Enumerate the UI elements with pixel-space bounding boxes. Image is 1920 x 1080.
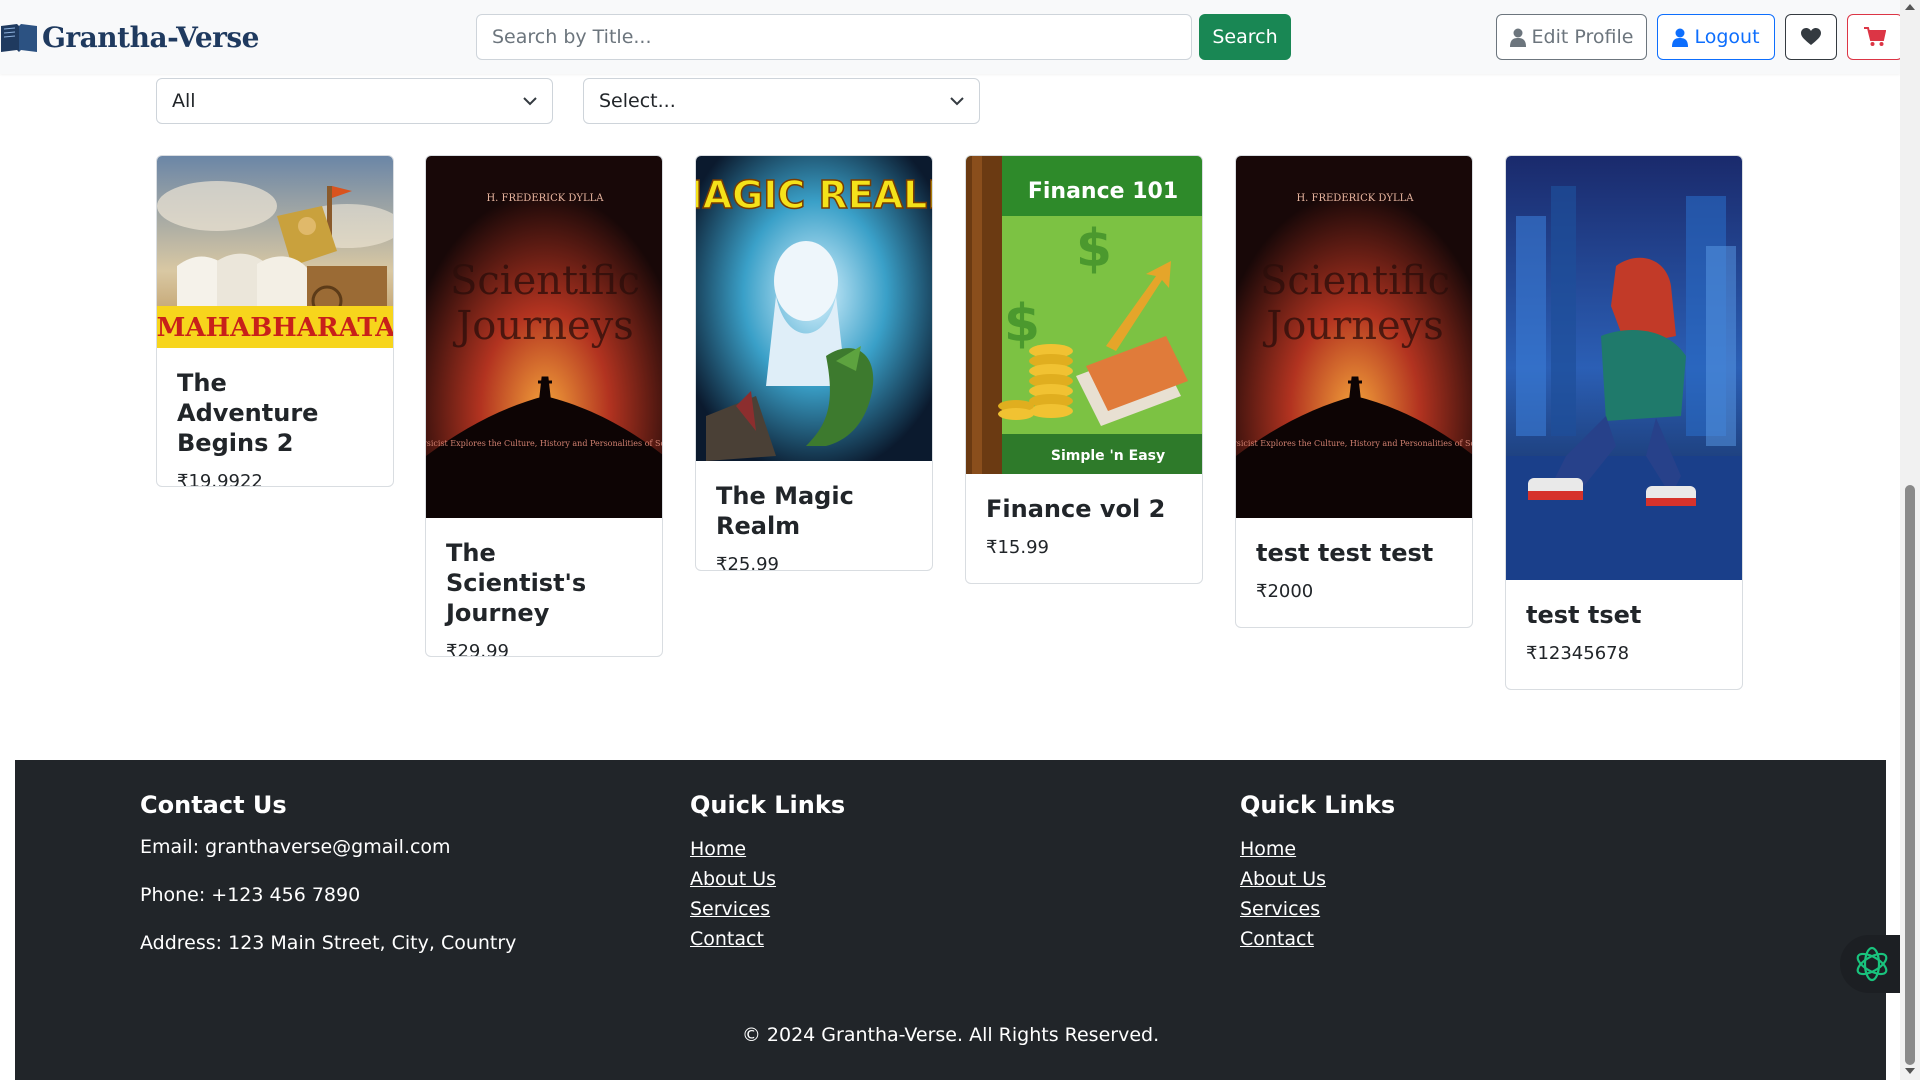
book-card[interactable]: H. FREDERICK DYLLA Scientific Journeys A…: [425, 155, 663, 657]
book-price: ₹12345678: [1526, 643, 1630, 664]
scrollbar-thumb[interactable]: [1905, 485, 1915, 1065]
footer-link-about[interactable]: About Us: [1240, 864, 1395, 894]
cover-text: Finance 101: [1028, 179, 1178, 204]
footer-quick-links-1: Quick Links Home About Us Services Conta…: [690, 790, 845, 954]
edit-profile-label: Edit Profile: [1531, 26, 1634, 48]
chat-assistant-button[interactable]: [1840, 935, 1904, 993]
book-price: ₹19.9922: [177, 471, 263, 487]
book-icon: [1, 24, 37, 52]
svg-text:$: $: [1004, 294, 1040, 354]
wishlist-button[interactable]: [1785, 14, 1837, 60]
user-icon: [1509, 28, 1526, 47]
footer-quick-links-2: Quick Links Home About Us Services Conta…: [1240, 790, 1395, 954]
heart-icon: [1801, 28, 1821, 45]
book-card[interactable]: test tset ₹12345678: [1505, 155, 1743, 690]
footer-link-contact[interactable]: Contact: [690, 924, 845, 954]
book-card[interactable]: MAHABHARATA The Adventure Begins 2 ₹19.9…: [156, 155, 394, 487]
book-cover-image[interactable]: MAGIC REALM: [696, 156, 932, 461]
cover-title-line-1: Scientific: [450, 258, 640, 304]
book-title: The Scientist's Journey: [446, 539, 587, 627]
footer-link-services[interactable]: Services: [1240, 894, 1395, 924]
book-title: test test test: [1256, 539, 1434, 567]
copyright-text: © 2024 Grantha-Verse. All Rights Reserve…: [741, 1024, 1160, 1046]
book-card[interactable]: H. FREDERICK DYLLA Scientific Journeys A…: [1235, 155, 1473, 628]
book-title: The Magic Realm: [716, 482, 854, 540]
cover-author: H. FREDERICK DYLLA: [486, 193, 604, 204]
contact-address: Address: 123 Main Street, City, Country: [140, 932, 517, 954]
book-cover-image[interactable]: Finance 101 $ $ Simple 'n Easy: [966, 156, 1202, 474]
cover-tag: Simple 'n Easy: [1051, 448, 1165, 464]
book-cover-image[interactable]: H. FREDERICK DYLLA Scientific Journeys A…: [1236, 156, 1472, 518]
category-select[interactable]: All: [156, 78, 553, 124]
cover-title-line-2: Journeys: [1262, 303, 1444, 349]
book-card[interactable]: Finance 101 $ $ Simple 'n Easy Finance v…: [965, 155, 1203, 584]
search-button[interactable]: Search: [1199, 14, 1291, 60]
quick-links-heading: Quick Links: [1240, 791, 1396, 819]
contact-heading: Contact Us: [140, 791, 287, 819]
footer-link-contact[interactable]: Contact: [1240, 924, 1395, 954]
edit-profile-button[interactable]: Edit Profile: [1496, 14, 1647, 60]
book-price: ₹2000: [1256, 581, 1314, 602]
navbar: Grantha-Verse Search Edit Profile Logout: [0, 0, 1903, 74]
cart-button[interactable]: [1847, 14, 1903, 60]
book-price: ₹25.99: [716, 554, 779, 571]
cart-icon: [1864, 27, 1886, 46]
footer-link-home[interactable]: Home: [1240, 834, 1395, 864]
search-input[interactable]: [476, 14, 1192, 60]
book-cover-image[interactable]: MAHABHARATA: [157, 156, 393, 348]
page-scrollbar[interactable]: [1900, 0, 1920, 1080]
logout-label: Logout: [1694, 26, 1760, 48]
cover-author: H. FREDERICK DYLLA: [1296, 193, 1414, 204]
book-title: Finance vol 2: [986, 495, 1166, 523]
contact-email: Email: granthaverse@gmail.com: [140, 836, 451, 858]
scroll-up-arrow[interactable]: [1905, 4, 1915, 10]
chat-assistant-icon: [1856, 946, 1888, 982]
footer: Contact Us Email: granthaverse@gmail.com…: [15, 760, 1886, 1080]
book-cover-image[interactable]: H. FREDERICK DYLLA Scientific Journeys A…: [426, 156, 662, 518]
chevron-down-icon: [523, 96, 537, 105]
contact-phone: Phone: +123 456 7890: [140, 884, 361, 906]
book-price: ₹29.99: [446, 641, 509, 657]
user-icon: [1672, 28, 1689, 47]
book-cover-image[interactable]: [1506, 156, 1742, 580]
book-title: The Adventure Begins 2: [177, 369, 319, 457]
cover-subtitle: A Physicist Explores the Culture, Histor…: [426, 439, 662, 448]
brand-logo[interactable]: Grantha-Verse: [0, 17, 259, 57]
cover-text: MAGIC REALM: [696, 173, 932, 217]
footer-link-services[interactable]: Services: [690, 894, 845, 924]
cover-title-line-2: Journeys: [452, 303, 634, 349]
category-select-value: All: [172, 90, 196, 112]
footer-link-home[interactable]: Home: [690, 834, 845, 864]
cover-title-line-1: Scientific: [1260, 258, 1450, 304]
logout-button[interactable]: Logout: [1657, 14, 1775, 60]
footer-contact: Contact Us Email: granthaverse@gmail.com…: [140, 790, 516, 978]
cover-subtitle: A Physicist Explores the Culture, Histor…: [1236, 439, 1472, 448]
footer-link-about[interactable]: About Us: [690, 864, 845, 894]
book-price: ₹15.99: [986, 537, 1049, 558]
scroll-down-arrow[interactable]: [1905, 1068, 1915, 1074]
book-card[interactable]: MAGIC REALM The Magic Realm ₹25.99: [695, 155, 933, 571]
sort-select-value: Select...: [599, 90, 676, 112]
svg-text:$: $: [1076, 219, 1112, 279]
brand-name: Grantha-Verse: [42, 20, 259, 54]
cover-text: MAHABHARATA: [157, 313, 393, 343]
quick-links-heading: Quick Links: [690, 791, 846, 819]
chevron-down-icon: [950, 96, 964, 105]
book-title: test tset: [1526, 601, 1642, 629]
sort-select[interactable]: Select...: [583, 78, 980, 124]
